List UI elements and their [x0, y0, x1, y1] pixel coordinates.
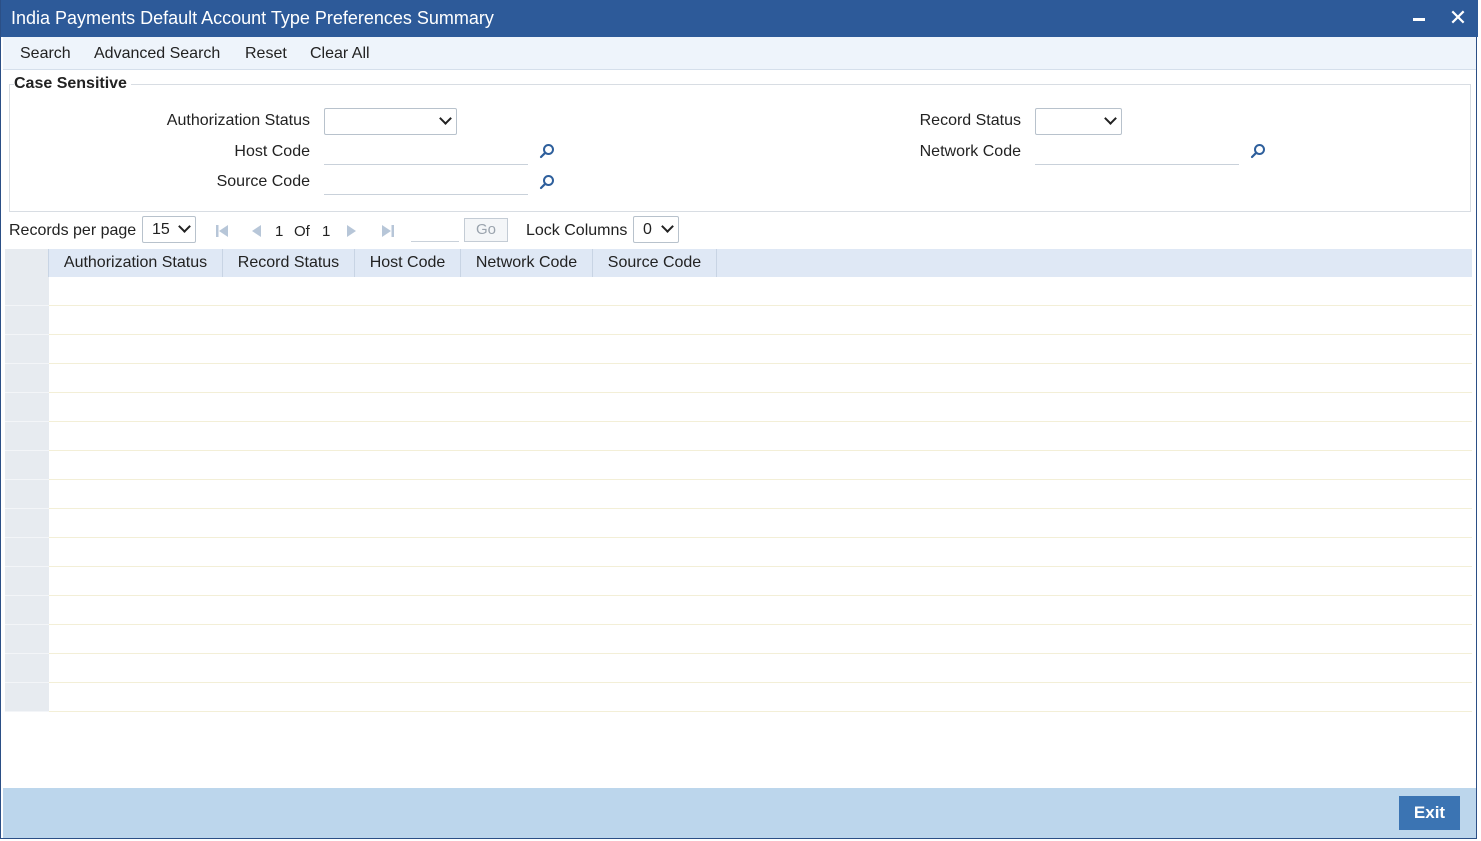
advanced-search-button[interactable]: Advanced Search: [94, 45, 220, 63]
row-selector[interactable]: [5, 393, 49, 422]
first-page-icon[interactable]: [214, 223, 230, 239]
window-title: India Payments Default Account Type Pref…: [11, 8, 494, 28]
table-row[interactable]: [5, 567, 1472, 596]
lock-columns-label: Lock Columns: [526, 222, 628, 239]
table-row[interactable]: [5, 422, 1472, 451]
row-selector[interactable]: [5, 480, 49, 509]
chevron-down-icon: [1104, 112, 1117, 125]
table-row[interactable]: [5, 277, 1472, 306]
column-header-host-code[interactable]: Host Code: [355, 249, 461, 277]
chevron-down-icon: [178, 220, 191, 233]
records-per-page-select[interactable]: 15: [142, 216, 196, 243]
row-selector[interactable]: [5, 306, 49, 335]
chevron-down-icon: [661, 220, 674, 233]
records-per-page-label: Records per page: [9, 222, 137, 239]
row-selector[interactable]: [5, 422, 49, 451]
column-header-authorization-status[interactable]: Authorization Status: [49, 249, 223, 277]
column-header-network-code[interactable]: Network Code: [461, 249, 593, 277]
host-code-input[interactable]: [324, 139, 528, 165]
table-row[interactable]: [5, 538, 1472, 567]
row-selector[interactable]: [5, 654, 49, 683]
network-code-input[interactable]: [1035, 139, 1239, 165]
last-page-icon[interactable]: [380, 223, 396, 239]
row-selector[interactable]: [5, 538, 49, 567]
table-row[interactable]: [5, 480, 1472, 509]
next-page-icon[interactable]: [344, 223, 360, 239]
table-row[interactable]: [5, 364, 1472, 393]
network-code-label: Network Code: [919, 143, 1021, 160]
go-button[interactable]: Go: [464, 218, 508, 242]
table-row[interactable]: [5, 393, 1472, 422]
table-row[interactable]: [5, 335, 1472, 364]
toolbar: Search Advanced Search Reset Clear All: [3, 37, 1476, 70]
results-table-header: Authorization Status Record Status Host …: [5, 249, 1472, 277]
select-all-header[interactable]: [5, 249, 49, 277]
table-row[interactable]: [5, 683, 1472, 712]
table-row[interactable]: [5, 509, 1472, 538]
go-to-page-input[interactable]: [411, 219, 459, 242]
case-sensitive-legend: Case Sensitive: [14, 75, 131, 93]
reset-button[interactable]: Reset: [245, 45, 287, 63]
row-selector[interactable]: [5, 364, 49, 393]
row-selector[interactable]: [5, 509, 49, 538]
row-selector[interactable]: [5, 451, 49, 480]
table-row[interactable]: [5, 654, 1472, 683]
table-row[interactable]: [5, 596, 1472, 625]
source-code-lookup-icon[interactable]: [539, 174, 555, 190]
table-row[interactable]: [5, 625, 1472, 654]
table-row[interactable]: [5, 451, 1472, 480]
network-code-lookup-icon[interactable]: [1250, 143, 1266, 159]
column-header-source-code[interactable]: Source Code: [593, 249, 717, 277]
row-selector[interactable]: [5, 277, 49, 306]
row-selector[interactable]: [5, 625, 49, 654]
row-selector[interactable]: [5, 596, 49, 625]
minimize-button[interactable]: [1407, 6, 1431, 30]
title-bar: India Payments Default Account Type Pref…: [1, 0, 1478, 37]
previous-page-icon[interactable]: [248, 223, 264, 239]
current-page-number: 1: [275, 223, 284, 240]
pagination-bar: Records per page 15 1 Of 1 Go Lock Colum…: [1, 216, 1478, 246]
summary-window: India Payments Default Account Type Pref…: [0, 0, 1478, 839]
exit-button[interactable]: Exit: [1399, 796, 1460, 830]
row-selector[interactable]: [5, 567, 49, 596]
row-selector[interactable]: [5, 683, 49, 712]
table-row[interactable]: [5, 306, 1472, 335]
authorization-status-select[interactable]: [324, 108, 457, 135]
search-button[interactable]: Search: [20, 45, 71, 63]
record-status-select[interactable]: [1035, 108, 1122, 135]
minimize-icon: [1413, 18, 1425, 21]
close-icon: ✕: [1448, 5, 1468, 30]
footer-bar: Exit: [3, 788, 1476, 838]
record-status-label: Record Status: [919, 112, 1021, 129]
chevron-down-icon: [439, 112, 452, 125]
host-code-label: Host Code: [234, 143, 310, 160]
source-code-input[interactable]: [324, 169, 528, 195]
of-label: Of: [294, 223, 310, 240]
close-button[interactable]: ✕: [1446, 6, 1470, 30]
column-header-record-status[interactable]: Record Status: [223, 249, 355, 277]
lock-columns-select[interactable]: 0: [633, 216, 679, 243]
authorization-status-label: Authorization Status: [166, 112, 310, 129]
total-pages: 1: [322, 223, 331, 240]
host-code-lookup-icon[interactable]: [539, 143, 555, 159]
source-code-label: Source Code: [216, 173, 310, 190]
clear-all-button[interactable]: Clear All: [310, 45, 370, 63]
row-selector[interactable]: [5, 335, 49, 364]
